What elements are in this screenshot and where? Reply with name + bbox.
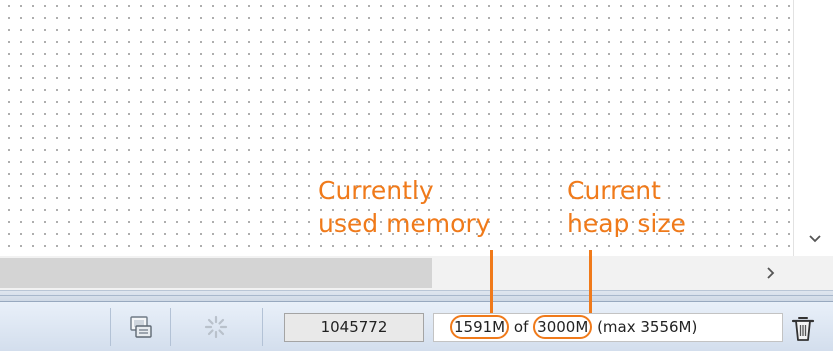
horizontal-scrollbar[interactable] <box>0 256 793 290</box>
max-memory-label: (max 3556M) <box>597 318 698 336</box>
heap-size-value: 3000M <box>533 315 593 339</box>
heap-size-annotation-line1: Current <box>567 176 661 205</box>
memory-of-label: of <box>513 318 529 336</box>
network-dialog-icon[interactable] <box>126 314 154 340</box>
scroll-down-arrow-icon[interactable] <box>804 228 826 250</box>
element-count-field: 1045772 <box>284 313 424 342</box>
used-memory-pointer-line <box>490 250 493 313</box>
heap-size-annotation-line2: heap size <box>567 209 686 238</box>
status-bar: 1045772 1591M of 3000M (max 3556M) <box>0 302 833 351</box>
used-memory-annotation: Currently used memory <box>318 174 491 240</box>
heap-size-pointer-line <box>589 250 592 313</box>
scrollbar-corner <box>793 256 833 290</box>
status-divider <box>110 308 111 346</box>
memory-monitor[interactable]: 1591M of 3000M (max 3556M) <box>433 313 783 342</box>
used-memory-annotation-line1: Currently <box>318 176 434 205</box>
status-divider <box>170 308 171 346</box>
trash-can-icon[interactable] <box>790 314 816 342</box>
horizontal-scroll-thumb[interactable] <box>0 258 432 288</box>
vertical-scrollbar[interactable] <box>793 0 833 256</box>
used-memory-value: 1591M <box>450 315 510 339</box>
activity-spinner-icon <box>203 314 229 340</box>
heap-size-annotation: Current heap size <box>567 174 686 240</box>
scroll-right-arrow-icon[interactable] <box>760 262 782 284</box>
used-memory-annotation-line2: used memory <box>318 209 491 238</box>
status-bar-separator <box>0 290 833 302</box>
status-divider <box>262 308 263 346</box>
